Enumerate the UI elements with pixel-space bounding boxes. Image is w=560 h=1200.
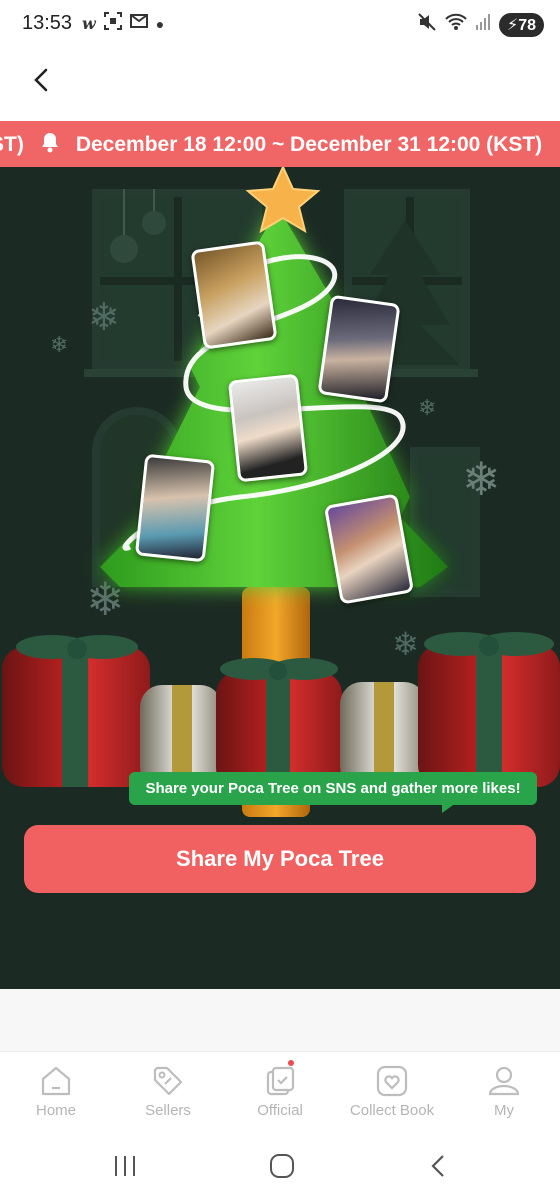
nav-item-home[interactable]: Home: [0, 1052, 112, 1135]
official-icon: [266, 1066, 295, 1096]
heart-book-icon: [376, 1065, 408, 1097]
nav-item-collect-book[interactable]: Collect Book: [336, 1052, 448, 1135]
nav-item-sellers[interactable]: Sellers: [112, 1052, 224, 1135]
tooltip-tail: [442, 803, 456, 813]
gift-bow: [424, 632, 554, 656]
gift-bow: [16, 635, 138, 659]
back-button[interactable]: [26, 64, 58, 96]
app-header: [0, 48, 560, 120]
home-icon: [41, 1066, 71, 1096]
nav-label-my: My: [494, 1102, 514, 1119]
scan-icon: [103, 12, 122, 35]
dot-icon: ●: [155, 15, 165, 32]
home-button[interactable]: [268, 1153, 296, 1179]
gift-bow: [220, 658, 338, 680]
photocard-4[interactable]: [134, 453, 216, 563]
status-time: 13:53: [22, 12, 73, 34]
nav-label-sellers: Sellers: [145, 1102, 191, 1119]
mute-icon: [417, 12, 437, 37]
back-nav-button[interactable]: [428, 1153, 448, 1179]
bell-icon: [38, 130, 62, 160]
photocard-3[interactable]: [227, 373, 309, 483]
battery-level: 78: [518, 16, 536, 34]
tag-icon: [153, 1066, 183, 1096]
banner-prefix: ST): [0, 133, 24, 156]
status-left-icons: w ●: [82, 12, 164, 35]
nav-label-official: Official: [257, 1102, 303, 1119]
bottom-navigation: Home Sellers Official Collect Book My: [0, 1051, 560, 1135]
photocard-2[interactable]: [317, 294, 401, 404]
event-period-banner: ST) December 18 12:00 ~ December 31 12:0…: [0, 121, 560, 167]
nav-item-my[interactable]: My: [448, 1052, 560, 1135]
w-app-icon: w: [82, 14, 96, 33]
person-icon: [488, 1066, 520, 1096]
status-right: ⚡78: [417, 12, 544, 37]
nav-label-home: Home: [35, 1102, 76, 1119]
signal-icon: [475, 13, 491, 36]
banner-text: December 18 12:00 ~ December 31 12:00 (K…: [75, 133, 543, 156]
share-my-poca-tree-button[interactable]: Share My Poca Tree: [24, 825, 536, 893]
status-bar: 13:53 w ● ⚡78: [0, 0, 560, 48]
notification-dot: [288, 1060, 294, 1066]
nav-item-official[interactable]: Official: [224, 1052, 336, 1135]
chevron-left-icon: [34, 68, 48, 92]
gift-box: [418, 645, 560, 787]
wifi-icon: [445, 13, 467, 36]
recent-apps-button[interactable]: [112, 1153, 138, 1179]
photocard-1[interactable]: [190, 240, 278, 350]
battery-icon: ⚡78: [498, 12, 544, 37]
nav-label-collect-book: Collect Book: [349, 1102, 435, 1119]
share-tooltip: Share your Poca Tree on SNS and gather m…: [129, 772, 537, 805]
content-footer-spacer: [0, 989, 560, 1051]
gift-box: [2, 647, 150, 787]
system-navigation-bar: [0, 1135, 560, 1200]
mail-icon: [129, 14, 148, 33]
